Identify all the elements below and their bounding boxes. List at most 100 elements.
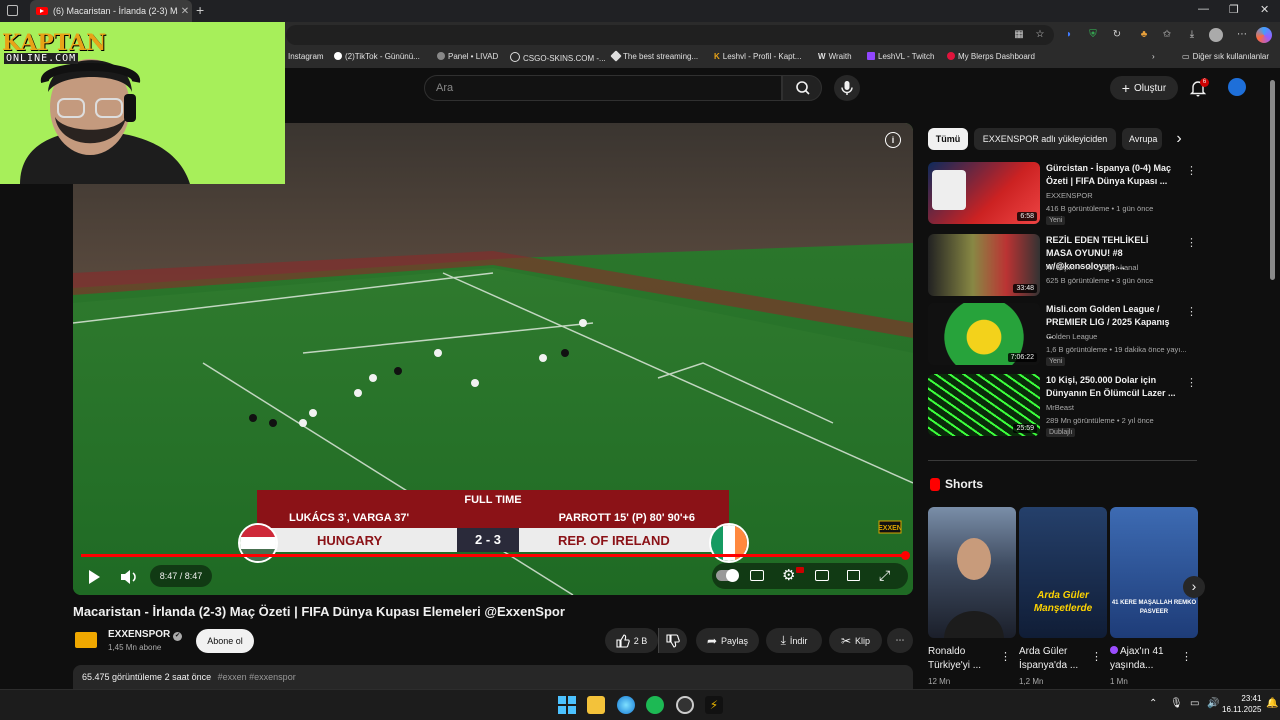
recommendation-item[interactable]: 33:48 REZİL EDEN TEHLİKELİ MASA OYUNU! #… bbox=[928, 234, 1198, 302]
create-button[interactable]: + Oluştur bbox=[1110, 76, 1178, 100]
menu-dots-icon[interactable]: ⋯ bbox=[1236, 29, 1248, 41]
search-button[interactable] bbox=[782, 75, 822, 101]
info-icon[interactable]: i bbox=[885, 132, 901, 148]
mic-tray-icon[interactable]: 🎙 bbox=[1170, 698, 1183, 709]
display-tray-icon[interactable]: ▭ bbox=[1190, 698, 1199, 709]
description-box[interactable]: 65.475 görüntüleme 2 saat önce #exxen #e… bbox=[73, 665, 913, 689]
more-options-icon[interactable]: ⋮ bbox=[1091, 650, 1102, 663]
chevron-right-icon[interactable]: › bbox=[1168, 129, 1190, 151]
chip-from-uploader[interactable]: EXXENSPOR adlı yükleyiciden bbox=[974, 128, 1116, 150]
minimize-icon[interactable]: — bbox=[1198, 3, 1209, 15]
short-title[interactable]: Arda Güler İspanya'da ... bbox=[1019, 645, 1087, 673]
recommendation-meta: 416 B görüntüleme • 1 gün önce bbox=[1046, 204, 1154, 213]
favorites-icon[interactable]: ✩ bbox=[1161, 29, 1173, 41]
fullscreen-icon[interactable]: ⤢ bbox=[879, 567, 890, 584]
bookmark-star-icon[interactable]: ☆ bbox=[1034, 29, 1046, 41]
volume-button[interactable] bbox=[117, 566, 141, 588]
more-options-icon[interactable]: ⋮ bbox=[1181, 650, 1192, 663]
refresh-extension-icon[interactable]: ↻ bbox=[1111, 29, 1123, 41]
autoplay-toggle[interactable] bbox=[716, 569, 739, 582]
voice-search-button[interactable] bbox=[834, 75, 860, 101]
bookmark-item[interactable]: The best streaming... bbox=[610, 50, 698, 62]
app-icon[interactable]: ⚡ bbox=[705, 696, 723, 714]
bookmark-item[interactable]: Panel • LIVAD bbox=[437, 52, 498, 61]
like-button[interactable]: 2 B bbox=[605, 628, 658, 653]
progress-bar[interactable] bbox=[81, 554, 905, 557]
extension-icon[interactable]: ◗ bbox=[1063, 29, 1075, 41]
other-bookmarks[interactable]: ▭ Diğer sık kullanılanlar bbox=[1182, 52, 1269, 61]
short-thumbnail[interactable]: Arda Güler Manşetlerde bbox=[1019, 507, 1107, 638]
bookmark-item[interactable]: W Wraith bbox=[818, 52, 852, 61]
progress-scrubber[interactable] bbox=[901, 551, 910, 560]
profile-avatar[interactable] bbox=[1209, 28, 1223, 42]
more-options-icon[interactable]: ⋮ bbox=[1186, 376, 1197, 389]
miniplayer-icon[interactable] bbox=[815, 570, 829, 581]
close-window-icon[interactable]: ✕ bbox=[1260, 3, 1269, 16]
share-button[interactable]: ➦ Paylaş bbox=[696, 628, 759, 653]
recommendation-item[interactable]: 25:59 10 Kişi, 250.000 Dolar için Dünyan… bbox=[928, 374, 1198, 442]
more-options-icon[interactable]: ⋮ bbox=[1000, 650, 1011, 663]
more-options-icon[interactable]: ⋮ bbox=[1186, 164, 1197, 177]
recommendation-item[interactable]: 6:58 Gürcistan - İspanya (0-4) Maç Özeti… bbox=[928, 162, 1198, 230]
chevron-right-icon[interactable]: › bbox=[1152, 52, 1155, 61]
obs-icon[interactable] bbox=[676, 696, 694, 714]
tray-chevron-up-icon[interactable]: ⌃ bbox=[1149, 698, 1157, 709]
new-tab-icon[interactable]: + bbox=[196, 2, 204, 18]
panel-icon bbox=[437, 52, 445, 60]
shorts-next-button[interactable]: › bbox=[1183, 576, 1205, 598]
channel-name[interactable]: EXXENSPOR ✔ bbox=[108, 629, 183, 641]
url-bar[interactable] bbox=[286, 25, 1054, 45]
windows-start-icon[interactable] bbox=[558, 696, 576, 714]
play-button[interactable] bbox=[83, 566, 105, 588]
chip-all[interactable]: Tümü bbox=[928, 128, 968, 150]
subscribe-button[interactable]: Abone ol bbox=[196, 629, 254, 653]
chip-europe[interactable]: Avrupa bbox=[1122, 128, 1162, 150]
file-explorer-icon[interactable] bbox=[587, 696, 605, 714]
bookmark-item[interactable]: Instagram bbox=[288, 52, 324, 61]
tab-actions-icon[interactable] bbox=[7, 5, 18, 16]
dislike-button[interactable] bbox=[658, 628, 687, 653]
notification-bell-icon[interactable]: 🔔 bbox=[1266, 698, 1278, 709]
system-clock[interactable]: 23:41 16.11.2025 bbox=[1222, 693, 1261, 715]
bookmark-item[interactable]: My Blerps Dashboard bbox=[947, 52, 1035, 61]
account-avatar[interactable] bbox=[1228, 78, 1246, 96]
cast-icon[interactable] bbox=[847, 570, 860, 581]
more-actions-button[interactable]: ⋯ bbox=[887, 628, 913, 653]
channel-avatar[interactable] bbox=[75, 632, 97, 648]
download-icon[interactable]: ⤓ bbox=[1186, 29, 1198, 41]
recommendation-item[interactable]: 7:06:22 Misli.com Golden League / PREMIE… bbox=[928, 303, 1198, 371]
bookmark-item[interactable]: LeshVL - Twitch bbox=[867, 52, 934, 61]
shield-icon[interactable]: ⛨ bbox=[1087, 29, 1099, 41]
maximize-icon[interactable]: ❐ bbox=[1229, 3, 1239, 16]
dubbed-badge: Dublajlı bbox=[1046, 428, 1076, 437]
clip-button[interactable]: ✂ Klip bbox=[829, 628, 882, 653]
volume-tray-icon[interactable]: 🔊 bbox=[1207, 698, 1219, 709]
download-button[interactable]: ⤓ İndir bbox=[766, 628, 822, 653]
home-scorers: LUKÁCS 3', VARGA 37' bbox=[289, 512, 410, 524]
spotify-icon[interactable] bbox=[646, 696, 664, 714]
close-tab-icon[interactable]: ✕ bbox=[178, 6, 192, 17]
final-score: 2 - 3 bbox=[457, 528, 519, 552]
search-input[interactable]: Ara bbox=[424, 75, 782, 101]
bookmark-item[interactable]: (2)TikTok - Gününü... bbox=[334, 52, 420, 61]
short-thumbnail[interactable]: 41 KERE MAŞALLAH REMKO PASVEER bbox=[1110, 507, 1198, 638]
subtitles-icon[interactable] bbox=[750, 570, 764, 581]
more-options-icon[interactable]: ⋮ bbox=[1186, 305, 1197, 318]
extension-icon[interactable]: ♣ bbox=[1138, 29, 1150, 41]
plus-icon: + bbox=[1121, 80, 1130, 96]
copilot-icon[interactable] bbox=[1256, 27, 1272, 43]
short-thumbnail[interactable] bbox=[928, 507, 1016, 638]
app-install-icon[interactable]: ▦ bbox=[1013, 29, 1025, 41]
short-title[interactable]: Ronaldo Türkiye'yi ... bbox=[928, 645, 993, 673]
settings-gear-icon[interactable]: ⚙ bbox=[782, 566, 795, 584]
subscriber-count: 1,45 Mn abone bbox=[108, 643, 162, 652]
recommendation-channel: EXXENSPOR bbox=[1046, 191, 1093, 200]
hashtags[interactable]: #exxen #exxenspor bbox=[218, 672, 296, 682]
browser-tab[interactable]: (6) Macaristan - İrlanda (2-3) Maç ✕ bbox=[30, 0, 192, 22]
edge-browser-icon[interactable] bbox=[617, 696, 635, 714]
bookmark-item[interactable]: CSGO-SKINS.COM -... bbox=[510, 52, 606, 63]
bookmark-item[interactable]: K Leshvl - Profil - Kapt... bbox=[714, 52, 801, 61]
short-title[interactable]: Ajax'ın 41 yaşında... bbox=[1110, 645, 1176, 673]
more-options-icon[interactable]: ⋮ bbox=[1186, 236, 1197, 249]
page-scrollbar[interactable] bbox=[1270, 80, 1275, 280]
